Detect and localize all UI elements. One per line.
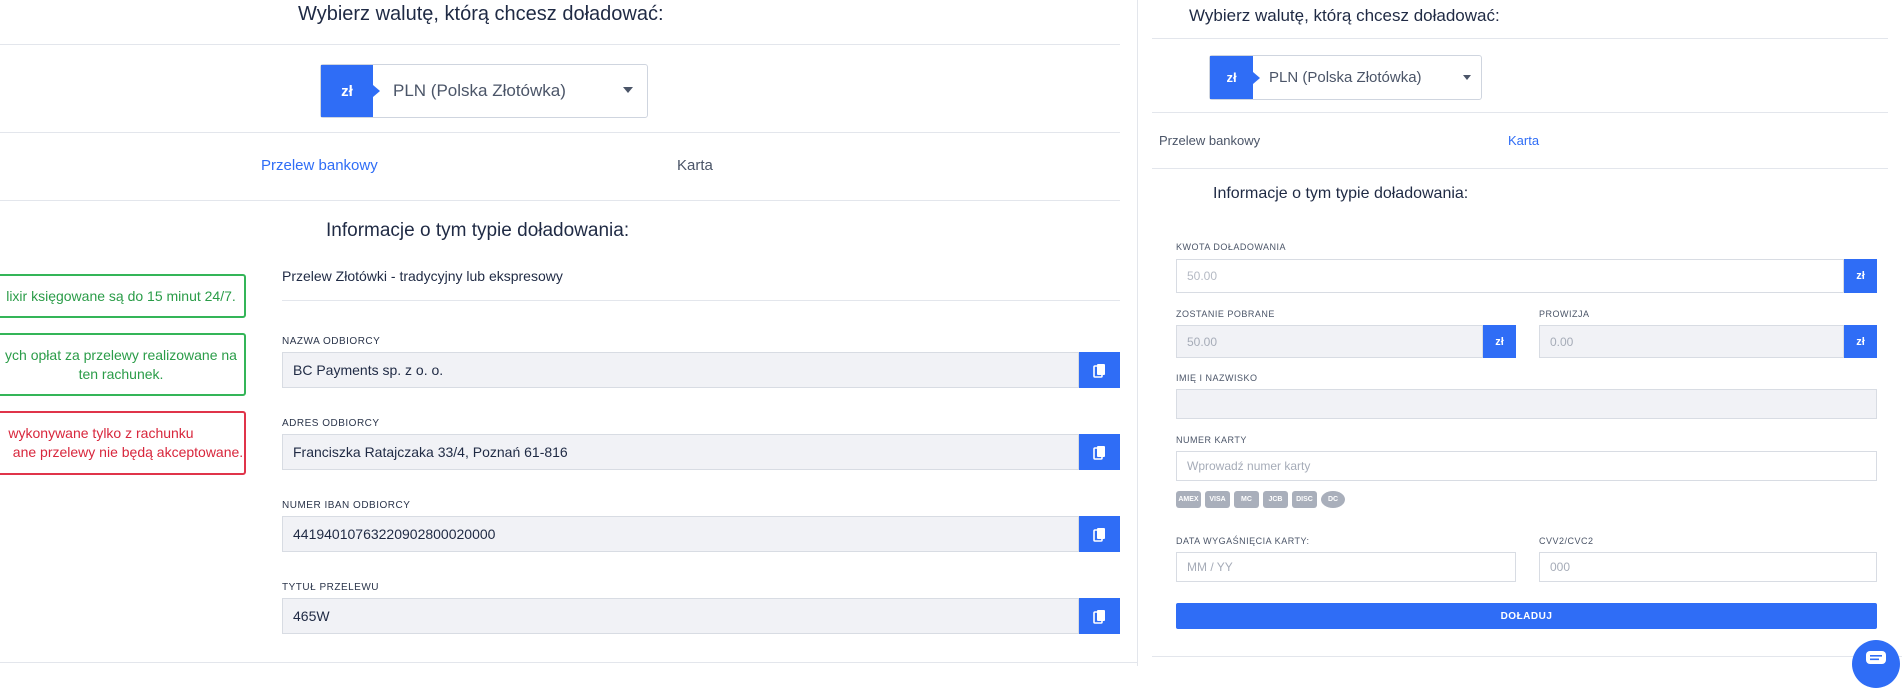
alert-text: ych opłat za przelewy realizowane na [5, 346, 237, 363]
cvv-placeholder: 000 [1550, 560, 1571, 574]
copy-button[interactable] [1079, 598, 1120, 634]
copy-icon [1092, 445, 1105, 460]
expiry-input[interactable]: MM / YY [1176, 552, 1516, 582]
expiry-label: DATA WYGAŚNIĘCIA KARTY: [1176, 536, 1310, 546]
currency-heading: Wybierz walutę, którą chcesz doładować: [298, 3, 664, 25]
info-heading: Informacje o tym typie doładowania: [1213, 185, 1469, 202]
left-panel: Wybierz walutę, którą chcesz doładować: … [0, 0, 1138, 666]
cvv-label: CVV2/CVC2 [1539, 536, 1594, 546]
amount-unit: zł [1844, 259, 1877, 293]
fee-field: 0.00 [1539, 325, 1844, 358]
card-brands: AMEX VISA MC JCB DISC DC [1176, 491, 1345, 508]
divider [1152, 112, 1888, 113]
tab-bank-transfer[interactable]: Przelew bankowy [261, 157, 378, 174]
copy-icon [1092, 363, 1105, 378]
copy-button[interactable] [1079, 516, 1120, 552]
visa-icon: VISA [1205, 491, 1230, 508]
transfer-type: Przelew Złotówki - tradycyjny lub ekspre… [282, 268, 563, 284]
copy-icon [1092, 527, 1105, 542]
charged-field: 50.00 [1176, 325, 1483, 358]
right-panel: Wybierz walutę, którą chcesz doładować: … [1138, 0, 1902, 688]
currency-select[interactable]: zł PLN (Polska Złotówka) [1209, 55, 1482, 100]
amount-placeholder: 50.00 [1187, 269, 1218, 283]
card-number-placeholder: Wprowadź numer karty [1187, 459, 1311, 473]
currency-value: PLN (Polska Złotówka) [393, 81, 566, 100]
recipient-name-label: NAZWA ODBIORCY [282, 336, 381, 347]
tab-bank-transfer[interactable]: Przelew bankowy [1159, 133, 1260, 148]
amount-label: KWOTA DOŁADOWANIA [1176, 242, 1287, 252]
info-heading: Informacje o tym typie doładowania: [326, 220, 630, 241]
amex-icon: AMEX [1176, 491, 1201, 508]
alert-success: ych opłat za przelewy realizowane na ten… [0, 333, 246, 396]
alert-success: lixir księgowane są do 15 minut 24/7. [0, 274, 246, 318]
transfer-title-field[interactable]: 465W [282, 598, 1079, 634]
chat-icon [1866, 651, 1886, 664]
cvv-input[interactable]: 000 [1539, 552, 1877, 582]
amount-input[interactable]: 50.00 [1176, 259, 1844, 293]
top-up-button[interactable]: DOŁADUJ [1176, 603, 1877, 629]
transfer-title-label: TYTUŁ PRZELEWU [282, 582, 380, 593]
divider [1152, 168, 1888, 169]
chevron-down-icon [1463, 75, 1471, 80]
fee-label: PROWIZJA [1539, 309, 1590, 319]
recipient-address-field[interactable]: Franciszka Ratajczaka 33/4, Poznań 61-81… [282, 434, 1079, 470]
copy-icon [1092, 609, 1105, 624]
divider [0, 44, 1120, 45]
recipient-iban-field[interactable]: 44194010763220902800020000 [282, 516, 1079, 552]
chevron-down-icon [623, 87, 633, 93]
currency-select[interactable]: zł PLN (Polska Złotówka) [320, 64, 648, 118]
tab-card[interactable]: Karta [677, 157, 713, 174]
full-name-label: IMIĘ I NAZWISKO [1176, 373, 1258, 383]
divider [1152, 38, 1888, 39]
recipient-address-label: ADRES ODBIORCY [282, 418, 380, 429]
charged-unit: zł [1483, 325, 1516, 358]
diners-icon: DC [1321, 491, 1345, 508]
copy-button[interactable] [1079, 352, 1120, 388]
currency-value: PLN (Polska Złotówka) [1269, 69, 1422, 86]
chat-button[interactable] [1852, 640, 1900, 688]
divider [1152, 656, 1902, 657]
card-number-input[interactable]: Wprowadź numer karty [1176, 451, 1877, 481]
discover-icon: DISC [1292, 491, 1317, 508]
expiry-placeholder: MM / YY [1187, 560, 1233, 574]
fee-unit: zł [1844, 325, 1877, 358]
alert-text: ten rachunek. [78, 365, 164, 382]
tab-card[interactable]: Karta [1508, 133, 1539, 148]
divider [0, 200, 1120, 201]
jcb-icon: JCB [1263, 491, 1288, 508]
full-name-field[interactable] [1176, 389, 1877, 419]
alert-error: wykonywane tylko z rachunku ane przelewy… [0, 411, 246, 475]
currency-symbol-badge: zł [1210, 56, 1260, 99]
alert-text: ane przelewy nie będą akceptowane. [12, 444, 244, 460]
recipient-iban-label: NUMER IBAN ODBIORCY [282, 500, 411, 511]
charged-label: ZOSTANIE POBRANE [1176, 309, 1275, 319]
divider [282, 300, 1120, 301]
copy-button[interactable] [1079, 434, 1120, 470]
recipient-name-field[interactable]: BC Payments sp. z o. o. [282, 352, 1079, 388]
currency-heading: Wybierz walutę, którą chcesz doładować: [1189, 6, 1500, 25]
alert-text: wykonywane tylko z rachunku [8, 425, 194, 441]
currency-symbol-badge: zł [321, 65, 380, 117]
divider [0, 132, 1120, 133]
divider [0, 662, 1138, 663]
alert-text: lixir księgowane są do 15 minut 24/7. [6, 287, 236, 304]
mastercard-icon: MC [1234, 491, 1259, 508]
card-number-label: NUMER KARTY [1176, 435, 1247, 445]
